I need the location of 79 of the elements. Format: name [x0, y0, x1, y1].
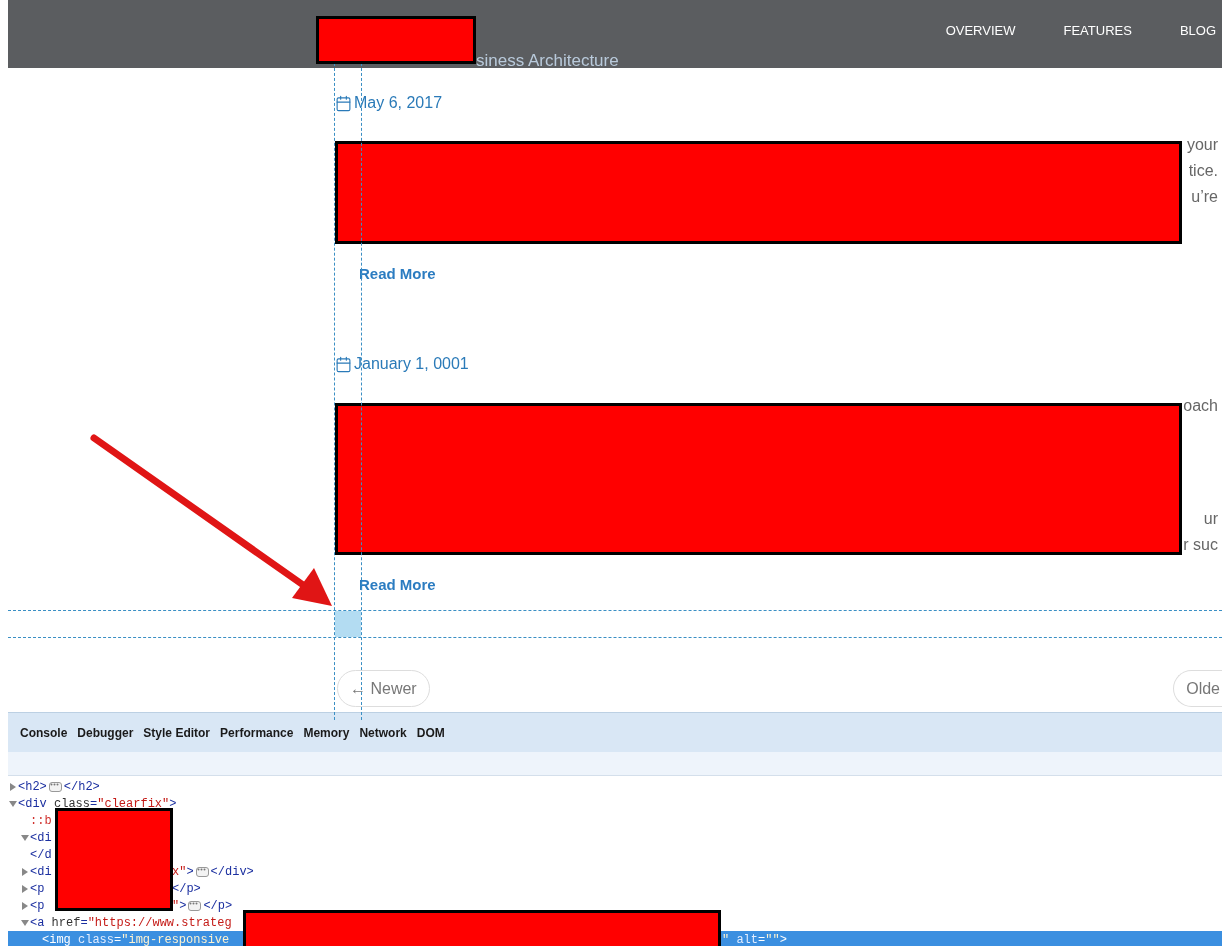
code-token: </h2> — [63, 778, 100, 796]
code-token: "" — [765, 931, 780, 946]
code-token: class — [78, 931, 115, 946]
collapsed-triangle-icon[interactable] — [22, 867, 28, 876]
code-token: class — [54, 795, 91, 813]
post-title[interactable]: siness Architecture — [476, 51, 619, 70]
collapsed-triangle-icon[interactable] — [22, 901, 28, 910]
code-line[interactable]: <p — [8, 897, 55, 914]
excerpt-text: tice. — [1188, 161, 1218, 181]
code-token: <di — [30, 863, 52, 881]
nav-link[interactable]: FEATURES — [1063, 21, 1132, 41]
code-token: <img — [42, 931, 72, 946]
code-token: = — [80, 914, 88, 932]
code-token: " — [722, 931, 730, 946]
code-token: </div> — [210, 863, 254, 881]
code-token: > — [779, 931, 787, 946]
code-token: "img-responsive — [121, 931, 230, 946]
code-token: </p> — [203, 897, 233, 915]
read-more-link[interactable]: Read More — [359, 265, 436, 282]
excerpt-text: ur — [1203, 509, 1218, 529]
excerpt-text: oach — [1183, 396, 1218, 416]
code-token: <h2> — [18, 778, 47, 796]
code-line[interactable]: x"> </div> — [172, 863, 1222, 880]
code-token: > — [169, 795, 177, 813]
code-token: ::b — [30, 812, 52, 830]
code-token: "clearfix" — [97, 795, 170, 813]
devtools-tab[interactable]: Debugger — [73, 723, 138, 742]
expanded-triangle-icon[interactable] — [9, 800, 17, 807]
code-token: href — [51, 914, 81, 932]
collapsed-content-icon[interactable] — [188, 900, 202, 911]
code-token: <p — [30, 897, 45, 915]
code-line[interactable]: </p> — [172, 880, 1222, 897]
element-highlight — [335, 611, 361, 637]
excerpt-text: your — [1186, 135, 1218, 155]
code-line[interactable]: <di — [8, 863, 55, 880]
code-token: = — [90, 795, 98, 813]
code-line[interactable]: <h2> </h2> — [8, 778, 1222, 795]
excerpt-text: u’re — [1191, 187, 1218, 207]
devtools-tab[interactable]: Console — [16, 723, 72, 742]
expanded-triangle-icon[interactable] — [21, 834, 29, 841]
code-token: " — [172, 897, 180, 915]
collapsed-content-icon[interactable] — [195, 866, 209, 877]
code-token: = — [758, 931, 766, 946]
code-token: <div — [18, 795, 48, 813]
code-line[interactable]: "> </p> — [172, 897, 1222, 914]
code-line[interactable]: <di — [8, 829, 1222, 846]
code-line[interactable]: </d — [8, 846, 1222, 863]
calendar-icon — [335, 94, 352, 112]
code-line[interactable]: <p — [8, 880, 55, 897]
code-token: x" — [172, 863, 187, 881]
code-token: "https://www.strateg — [87, 914, 232, 932]
post-date: May 6, 2017 — [354, 93, 443, 113]
devtools-tab[interactable]: Network — [355, 723, 411, 742]
code-line[interactable]: <div class="clearfix"> — [8, 795, 1222, 812]
collapsed-triangle-icon[interactable] — [10, 782, 16, 791]
code-token: <di — [30, 829, 52, 847]
code-token: </d — [30, 846, 52, 864]
collapsed-content-icon[interactable] — [48, 781, 62, 792]
code-token: > — [179, 897, 187, 915]
code-token: = — [114, 931, 122, 946]
code-token: alt — [735, 931, 758, 946]
code-line[interactable]: ::b — [8, 812, 1222, 829]
code-line[interactable]: <a href="https://www.strateg — [8, 914, 1222, 931]
nav-link[interactable]: BLOG — [1179, 21, 1216, 41]
devtools-tab[interactable]: DOM — [412, 723, 449, 742]
code-token: <a — [30, 914, 46, 932]
code-token: > — [186, 863, 194, 881]
devtools-tab[interactable]: Performance — [216, 723, 298, 742]
expanded-triangle-icon[interactable] — [21, 919, 29, 926]
read-more-link[interactable]: Read More — [359, 576, 436, 593]
devtools-tab[interactable]: Memory — [299, 723, 354, 742]
nav-link[interactable]: OVERVIEW — [945, 21, 1016, 41]
code-token: <p — [30, 880, 45, 898]
devtools-tab[interactable]: Style Editor — [139, 723, 215, 742]
calendar-icon — [335, 355, 352, 373]
post-date: January 1, 0001 — [354, 354, 469, 374]
code-token: </p> — [172, 880, 201, 898]
collapsed-triangle-icon[interactable] — [22, 884, 28, 893]
excerpt-text: r suc — [1183, 535, 1218, 555]
